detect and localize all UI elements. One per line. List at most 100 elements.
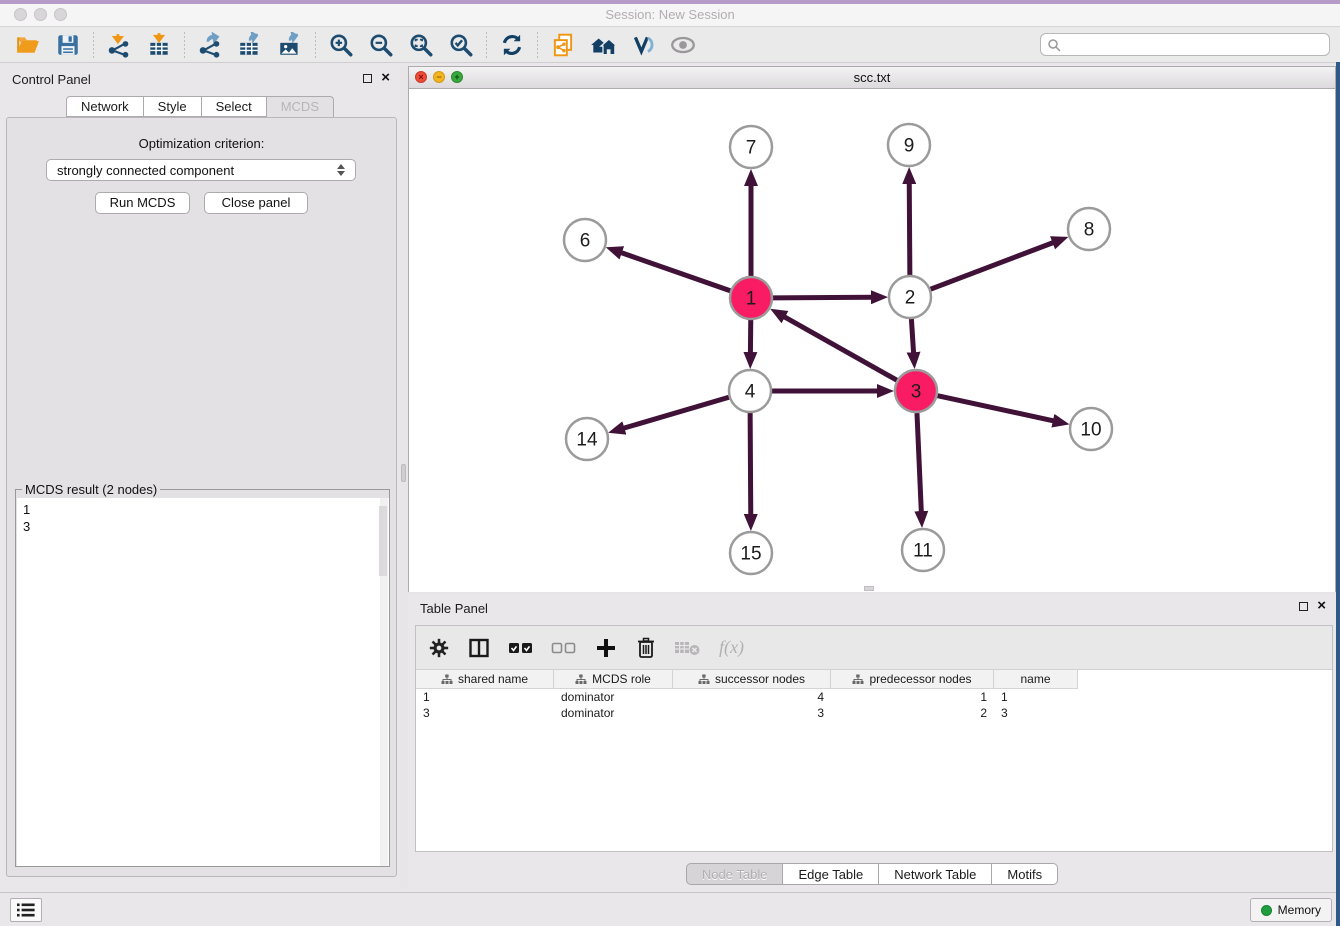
- refresh-view-icon[interactable]: [498, 31, 526, 59]
- column-settings-icon[interactable]: [428, 634, 450, 662]
- float-panel-icon[interactable]: [363, 74, 372, 83]
- float-table-panel-icon[interactable]: [1299, 602, 1308, 611]
- control-panel-title: Control Panel: [12, 72, 91, 87]
- vertical-splitter[interactable]: [400, 66, 408, 888]
- zoom-out-icon[interactable]: [367, 31, 395, 59]
- graph-node-label-6: 6: [580, 231, 591, 252]
- graph-edge-4-15[interactable]: [750, 413, 751, 515]
- graph-node-label-11: 11: [913, 541, 933, 562]
- close-panel-button[interactable]: Close panel: [204, 192, 308, 214]
- memory-button[interactable]: Memory: [1250, 898, 1332, 922]
- search-input[interactable]: [1061, 38, 1329, 52]
- tree-icon: [852, 674, 864, 685]
- delete-row-icon[interactable]: [635, 634, 657, 662]
- tab-motifs[interactable]: Motifs: [992, 863, 1058, 885]
- result-scrollbar[interactable]: [380, 498, 388, 866]
- memory-status-icon: [1261, 905, 1272, 916]
- cell-mcds-role: dominator: [554, 689, 673, 705]
- graphics-details-icon[interactable]: [629, 31, 657, 59]
- toolbar-separator: [537, 32, 538, 58]
- run-mcds-button[interactable]: Run MCDS: [95, 192, 190, 214]
- function-builder-icon: f(x): [719, 634, 744, 662]
- graph-edge-1-6[interactable]: [621, 253, 730, 291]
- add-row-icon[interactable]: [594, 634, 618, 662]
- home-layout-icon[interactable]: [589, 31, 617, 59]
- graph-edge-4-14[interactable]: [623, 397, 728, 428]
- export-network-icon[interactable]: [196, 31, 224, 59]
- graph-node-label-14: 14: [576, 430, 598, 451]
- search-field[interactable]: [1040, 33, 1330, 56]
- export-image-icon[interactable]: [276, 31, 304, 59]
- status-bar: Memory: [0, 892, 1340, 926]
- network-view-window: × − + scc.txt 1234678910111415: [408, 66, 1336, 592]
- zoom-fit-icon[interactable]: [407, 31, 435, 59]
- graph-node-label-15: 15: [740, 544, 761, 565]
- splitter-handle[interactable]: [401, 464, 406, 482]
- tree-icon: [441, 674, 453, 685]
- tab-edge-table[interactable]: Edge Table: [783, 863, 879, 885]
- mcds-panel: Optimization criterion: strongly connect…: [6, 117, 397, 877]
- tab-network[interactable]: Network: [66, 96, 144, 117]
- network-window-titlebar[interactable]: × − + scc.txt: [409, 67, 1335, 89]
- cell-mcds-role: dominator: [554, 705, 673, 721]
- close-panel-icon[interactable]: ×: [381, 73, 390, 83]
- app-window: Session: New Session: [0, 0, 1340, 926]
- graph-edge-3-10[interactable]: [937, 396, 1053, 421]
- toolbar-separator: [184, 32, 185, 58]
- graph-edge-3-11[interactable]: [917, 413, 921, 512]
- tab-mcds[interactable]: MCDS: [267, 96, 334, 118]
- column-header-successor-nodes[interactable]: successor nodes: [673, 670, 831, 689]
- table-header: shared name MCDS role successor nodes pr…: [416, 670, 1332, 689]
- table-row[interactable]: 1 dominator 4 1 1: [416, 689, 1332, 705]
- canvas-scroll-nub[interactable]: [864, 586, 874, 591]
- desktop-edge: [1336, 62, 1340, 926]
- mcds-result-line: 3: [23, 518, 389, 535]
- graph-node-label-2: 2: [905, 288, 916, 309]
- chevron-up-down-icon: [337, 164, 345, 176]
- deselect-all-columns-icon[interactable]: [551, 634, 577, 662]
- graph-edge-1-2[interactable]: [773, 297, 872, 298]
- table-row[interactable]: 3 dominator 3 2 3: [416, 705, 1332, 721]
- tab-style[interactable]: Style: [144, 96, 202, 117]
- network-graph[interactable]: 1234678910111415: [409, 89, 1335, 592]
- graph-edge-2-8[interactable]: [931, 242, 1054, 289]
- column-header-predecessor-nodes[interactable]: predecessor nodes: [831, 670, 994, 689]
- tab-node-table[interactable]: Node Table: [686, 863, 784, 885]
- criterion-dropdown[interactable]: strongly connected component: [46, 159, 356, 181]
- save-session-icon[interactable]: [54, 31, 82, 59]
- tab-network-table[interactable]: Network Table: [879, 863, 992, 885]
- cell-successor-nodes: 3: [673, 705, 831, 721]
- column-header-name[interactable]: name: [994, 670, 1078, 689]
- graph-node-label-7: 7: [746, 138, 757, 159]
- column-header-shared-name[interactable]: shared name: [416, 670, 554, 689]
- import-table-icon[interactable]: [145, 31, 173, 59]
- graph-node-label-9: 9: [904, 136, 915, 157]
- zoom-in-icon[interactable]: [327, 31, 355, 59]
- main-toolbar: [0, 27, 1340, 63]
- tab-select[interactable]: Select: [202, 96, 267, 117]
- criterion-dropdown-value: strongly connected component: [57, 163, 234, 178]
- network-canvas[interactable]: 1234678910111415: [409, 89, 1335, 592]
- graph-edge-2-3[interactable]: [911, 319, 913, 353]
- cell-successor-nodes: 4: [673, 689, 831, 705]
- graph-edge-2-9[interactable]: [909, 183, 910, 275]
- graph-node-label-8: 8: [1084, 220, 1095, 241]
- show-panels-button[interactable]: [10, 898, 42, 922]
- table-toolbar: f(x): [416, 626, 1332, 670]
- close-table-panel-icon[interactable]: ×: [1317, 601, 1326, 611]
- import-network-icon[interactable]: [105, 31, 133, 59]
- export-table-icon[interactable]: [236, 31, 264, 59]
- memory-label: Memory: [1278, 903, 1321, 917]
- select-all-columns-icon[interactable]: [508, 634, 534, 662]
- zoom-selected-icon[interactable]: [447, 31, 475, 59]
- column-header-mcds-role[interactable]: MCDS role: [554, 670, 673, 689]
- pane-layout-icon[interactable]: [467, 634, 491, 662]
- tree-icon: [698, 674, 710, 685]
- graph-node-label-4: 4: [745, 382, 756, 403]
- clone-network-icon[interactable]: [549, 31, 577, 59]
- mcds-result-title: MCDS result (2 nodes): [22, 482, 160, 497]
- open-session-icon[interactable]: [14, 31, 42, 59]
- cell-name: 3: [994, 705, 1078, 721]
- graph-node-label-1: 1: [746, 289, 757, 310]
- graph-edge-3-1[interactable]: [784, 317, 897, 381]
